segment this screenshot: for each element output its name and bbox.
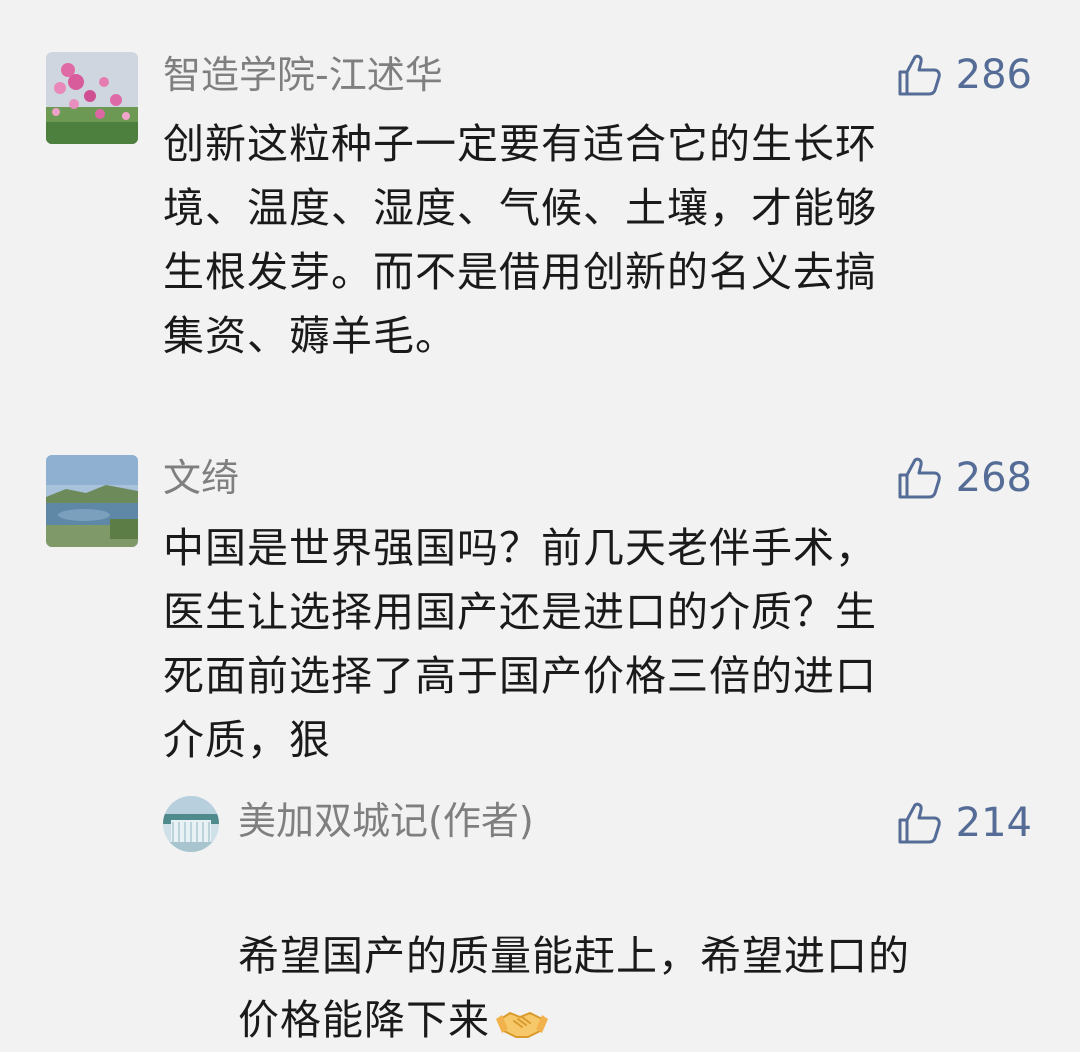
author-avatar[interactable] (163, 796, 219, 852)
comment-text: 创新这粒种子一定要有适合它的生长环 境、温度、湿度、气候、土壤，才能够 生根发芽… (163, 120, 877, 360)
handshake-emoji-icon (496, 1012, 548, 1038)
thumbs-up-icon (898, 802, 941, 844)
thumbs-up-icon (898, 54, 941, 96)
comment-item: 文绮 268 中国是世界强国吗？前几天老伴手术， 医生让选择用国产还是进口的介质… (0, 400, 1080, 780)
like-count: 214 (955, 800, 1032, 846)
waterfall-avatar (163, 796, 219, 852)
like-button[interactable]: 214 (896, 798, 1032, 848)
flower-field-avatar (46, 52, 138, 144)
reply-item: 美加双城记(作者) 214 希望国产的质量能赶上，希望进口的 价格能降下来 (0, 780, 1080, 1044)
like-button[interactable]: 268 (896, 453, 1032, 503)
author-username[interactable]: 美加双城记(作者) (238, 798, 534, 844)
user-avatar[interactable] (46, 52, 138, 144)
like-count: 268 (955, 455, 1032, 501)
like-count: 286 (955, 52, 1032, 98)
comment-item: 智造学院-江述华 286 创新这粒种子一定要有适合它的生长环 境、温度、湿度、气… (0, 0, 1080, 400)
comment-text: 中国是世界强国吗？前几天老伴手术， 医生让选择用国产还是进口的介质？生 死面前选… (163, 524, 877, 764)
thumbs-up-icon (898, 457, 941, 499)
reply-text: 希望国产的质量能赶上，希望进口的 价格能降下来 (238, 860, 1028, 1052)
user-avatar[interactable] (46, 455, 138, 547)
reply-text-content: 希望国产的质量能赶上，希望进口的 价格能降下来 (238, 932, 910, 1044)
username[interactable]: 智造学院-江述华 (163, 52, 443, 98)
like-button[interactable]: 286 (896, 50, 1032, 100)
lake-landscape-avatar (46, 455, 138, 547)
username[interactable]: 文绮 (163, 455, 239, 501)
